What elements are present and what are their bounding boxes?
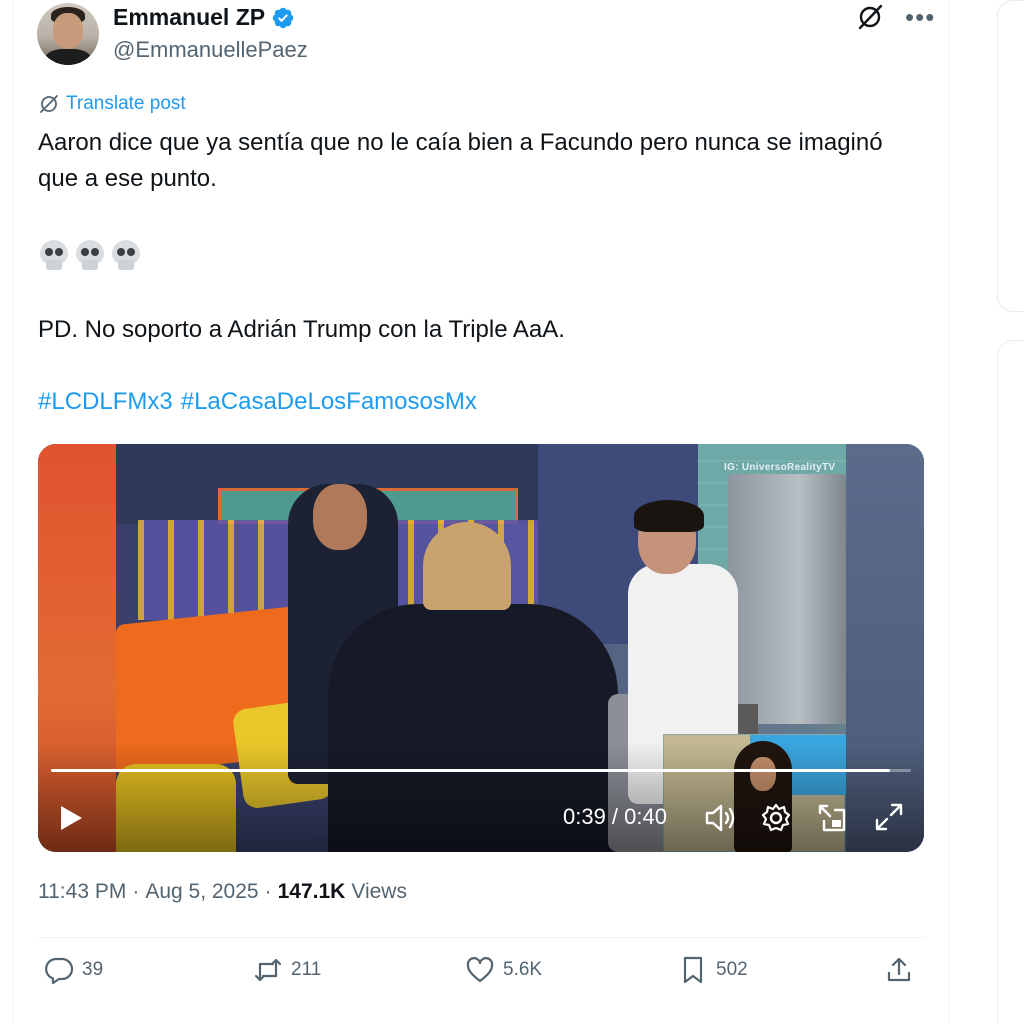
- emoji-row: [38, 238, 142, 272]
- hashtag-link[interactable]: #LaCasaDeLosFamososMx: [181, 388, 477, 416]
- post-date[interactable]: Aug 5, 2025: [145, 880, 258, 904]
- like-button[interactable]: 5.6K: [465, 955, 542, 985]
- video-time: 0:39 / 0:40: [563, 804, 667, 829]
- author-handle[interactable]: @EmmanuellePaez: [113, 37, 308, 63]
- video-controls: 0:39 / 0:40: [38, 794, 924, 844]
- views-label: Views: [351, 880, 407, 903]
- video-progress-fill: [51, 769, 890, 772]
- volume-muted-icon[interactable]: [703, 802, 737, 834]
- tweet-text-line1: Aaron dice que ya sentía que no le caía …: [38, 129, 883, 192]
- skull-emoji-icon: [110, 238, 142, 272]
- video-person-hair: [634, 500, 704, 532]
- views-count: 147.1K: [277, 880, 346, 903]
- hashtag-link[interactable]: #LCDLFMx3: [38, 388, 173, 416]
- sidebar-card-top: [997, 0, 1024, 312]
- share-icon: [887, 957, 911, 982]
- more-icon[interactable]: •••: [905, 4, 935, 30]
- bookmark-icon: [683, 956, 703, 984]
- translate-post-link[interactable]: Translate post: [38, 93, 186, 115]
- video-player[interactable]: IG: UniversoRealityTV 0:39 / 0:40: [38, 444, 924, 852]
- bookmark-button[interactable]: 502: [678, 955, 748, 985]
- picture-in-picture-icon[interactable]: [816, 802, 848, 834]
- meta-separator: ·: [264, 880, 272, 903]
- skull-emoji-icon: [74, 238, 106, 272]
- avatar-shirt: [45, 49, 91, 65]
- repost-icon: [254, 958, 282, 982]
- divider: [38, 937, 924, 938]
- author-name-row: Emmanuel ZP: [113, 4, 295, 31]
- avatar-face: [53, 13, 83, 49]
- gear-icon[interactable]: [760, 802, 792, 834]
- post-actions: 39 211 5.6K 502: [38, 955, 924, 999]
- tweet-post: Emmanuel ZP @EmmanuellePaez ••• Translat…: [13, 0, 948, 1024]
- sidebar-card-bottom: [997, 340, 1024, 1024]
- grok-icon[interactable]: [855, 2, 885, 32]
- meta-separator: ·: [132, 880, 140, 903]
- fullscreen-icon[interactable]: [874, 802, 904, 832]
- tweet-text-line2: PD. No soporto a Adrián Trump con la Tri…: [38, 316, 565, 343]
- video-watermark: IG: UniversoRealityTV: [724, 462, 836, 473]
- video-progress-bar[interactable]: [51, 769, 911, 772]
- repost-count: 211: [291, 959, 322, 980]
- bookmark-count: 502: [716, 959, 748, 980]
- reply-icon: [45, 957, 74, 985]
- avatar[interactable]: [37, 3, 99, 65]
- verified-badge-icon: [272, 7, 294, 28]
- reply-count: 39: [82, 959, 104, 980]
- video-person-cap: [423, 522, 511, 610]
- reply-button[interactable]: 39: [44, 955, 103, 985]
- like-count: 5.6K: [503, 959, 543, 980]
- post-time[interactable]: 11:43 PM: [38, 880, 126, 904]
- skull-emoji-icon: [38, 238, 70, 272]
- repost-button[interactable]: 211: [253, 955, 321, 985]
- translate-icon: [40, 95, 58, 113]
- post-meta: 11:43 PM · Aug 5, 2025 · 147.1K Views: [38, 880, 407, 904]
- hashtags: #LCDLFMx3 #LaCasaDeLosFamososMx: [38, 388, 477, 416]
- video-scene-fridge: [728, 474, 846, 724]
- video-person-head: [313, 484, 367, 550]
- translate-label: Translate post: [66, 93, 186, 114]
- play-icon[interactable]: [58, 804, 84, 832]
- author-display-name[interactable]: Emmanuel ZP: [113, 4, 265, 31]
- heart-icon: [466, 957, 494, 983]
- column-divider: [948, 0, 949, 1024]
- share-button[interactable]: [884, 955, 914, 985]
